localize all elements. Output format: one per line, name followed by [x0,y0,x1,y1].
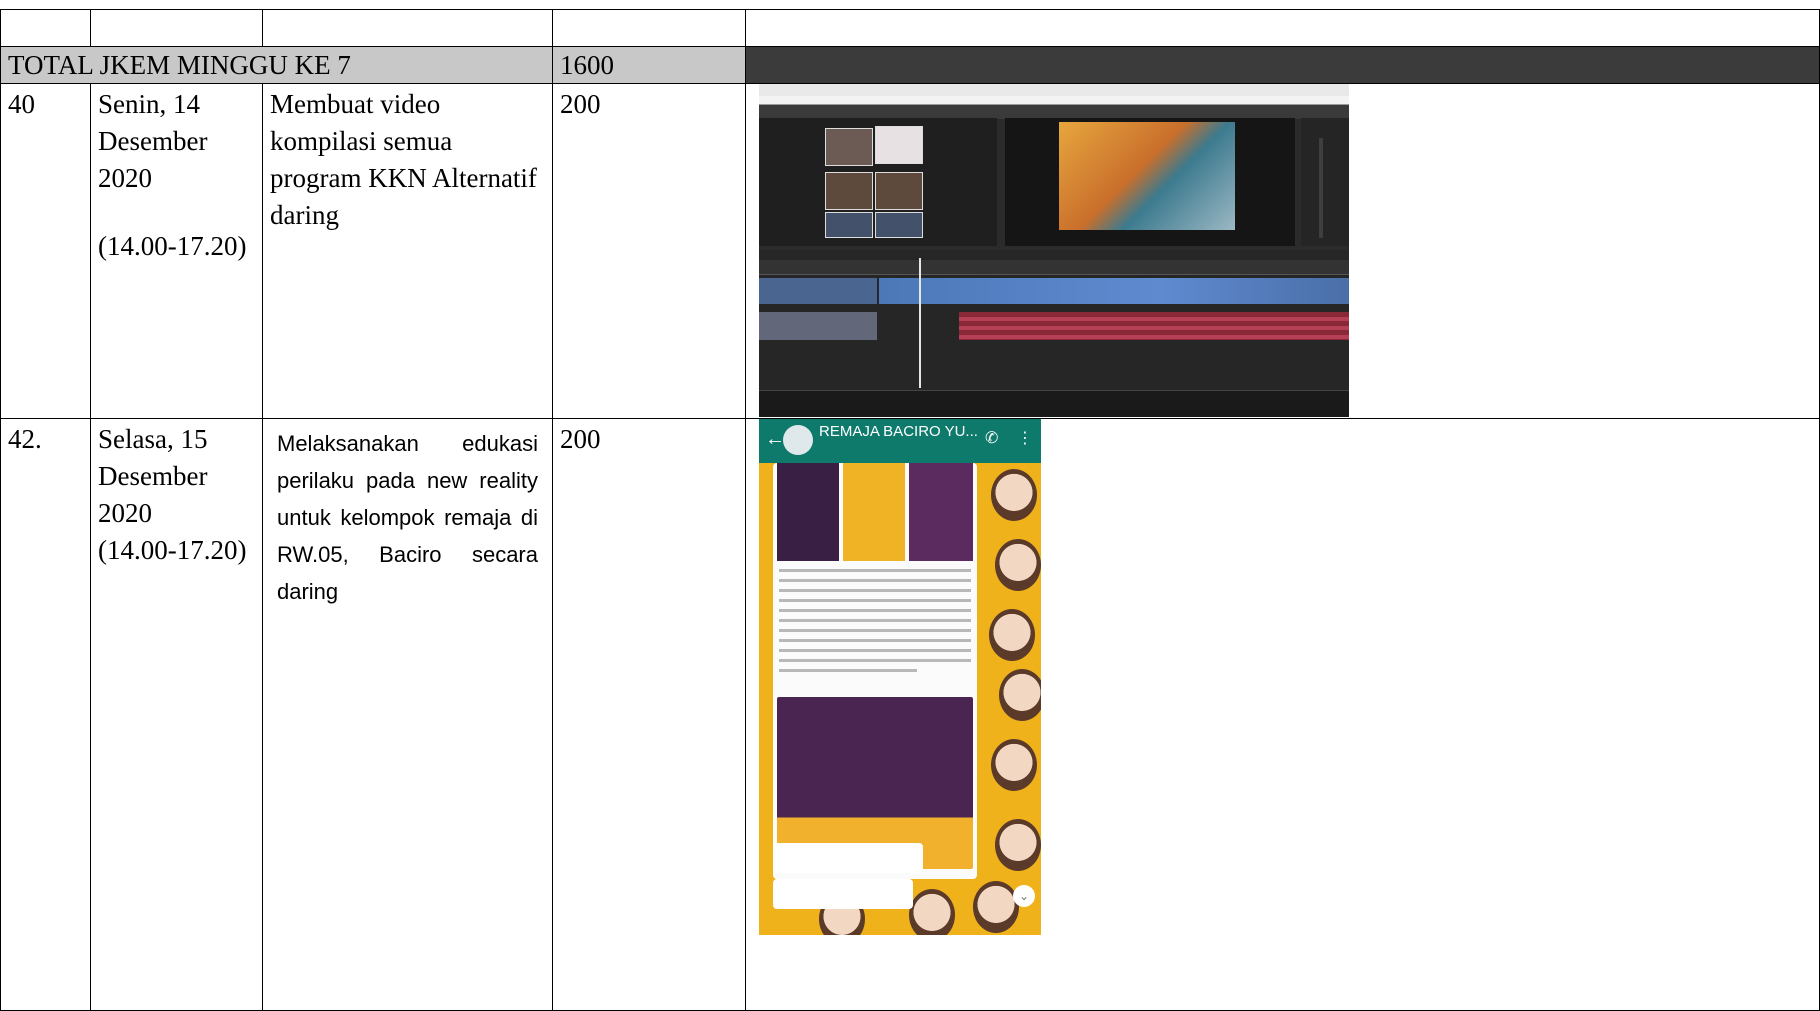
chat-message [773,843,923,873]
row-date-cell: Senin, 14 Desember 2020 (14.00-17.20) [90,83,263,419]
scroll-down-icon: ⌄ [1013,885,1035,907]
preview-window [1005,118,1295,246]
row-activity: Melaksanakan edukasi perilaku pada new r… [262,418,553,1011]
video-editor-screenshot [759,84,1349,417]
header-blank-row [0,9,1820,47]
row-activity: Membuat video kompilasi semua program KK… [262,83,553,419]
row-jkem: 200 [552,83,746,419]
blank-cell [90,9,263,47]
evidence-cell [745,83,1820,419]
row-date: Senin, 14 Desember 2020 [98,89,208,193]
chat-header: ← REMAJA BACIRO YU... ✆ ⋮ [759,419,1041,463]
audio-track-clips [959,312,1349,340]
chat-message-posters [773,463,977,695]
table-row: 40 Senin, 14 Desember 2020 (14.00-17.20)… [0,83,1820,419]
chat-message [773,879,913,909]
blank-cell [262,9,553,47]
row-time: (14.00-17.20) [98,231,247,261]
kkn-activity-log: TOTAL JKEM MINGGU KE 7 1600 40 Senin, 14… [0,0,1820,1011]
row-time: (14.00-17.20) [98,535,247,565]
activity-table: TOTAL JKEM MINGGU KE 7 1600 40 Senin, 14… [0,9,1820,1011]
timeline [759,250,1349,390]
weekly-total-value: 1600 [552,46,746,84]
row-number: 42. [0,418,91,1011]
row-date: Selasa, 15 Desember 2020 [98,424,208,528]
weekly-total-label: TOTAL JKEM MINGGU KE 7 [0,46,553,84]
group-avatar [783,425,813,455]
weekly-total-row: TOTAL JKEM MINGGU KE 7 1600 [0,46,1820,84]
row-date-cell: Selasa, 15 Desember 2020 (14.00-17.20) [90,418,263,1011]
evidence-cell: ⌄ ← REMAJA BACIRO YU... ✆ ⋮ [745,418,1820,1011]
video-track-clips [879,278,1349,304]
group-name: REMAJA BACIRO YU... [819,423,978,440]
blank-cell [0,9,91,47]
playhead [919,258,921,388]
arrow-left-icon: ← [765,428,785,450]
row-jkem: 200 [552,418,746,1011]
add-call-icon: ✆ [985,430,999,447]
row-number: 40 [0,83,91,419]
whatsapp-chat-screenshot: ⌄ ← REMAJA BACIRO YU... ✆ ⋮ [759,419,1041,935]
table-row: 42. Selasa, 15 Desember 2020 (14.00-17.2… [0,418,1820,1011]
blank-cell [552,9,746,47]
weekly-total-filler [745,46,1820,84]
blank-cell [745,9,1820,47]
audio-meter [1301,118,1349,246]
kebab-menu-icon: ⋮ [1017,430,1033,447]
media-bin [759,118,997,246]
